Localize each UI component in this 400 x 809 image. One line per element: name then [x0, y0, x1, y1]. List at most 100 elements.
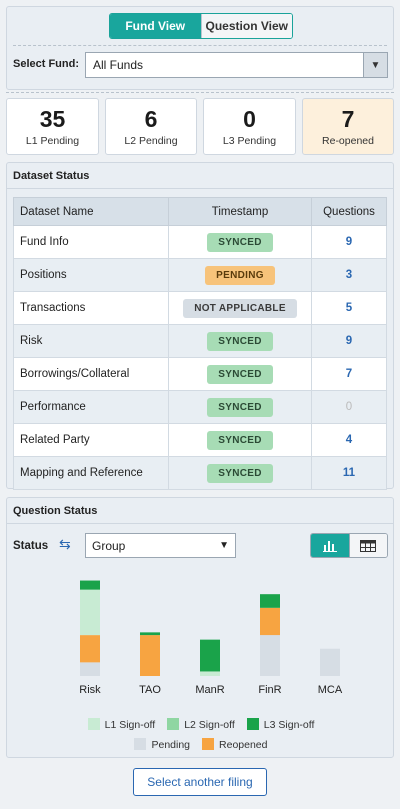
swap-icon[interactable]: ⇆ — [59, 536, 71, 553]
dataset-name-cell: Mapping and Reference — [13, 456, 169, 490]
x-tick-label: MCA — [318, 684, 343, 696]
fund-selector-panel: Fund View Question View Select Fund: All… — [6, 6, 394, 90]
x-tick-label: FinR — [258, 684, 281, 696]
dropdown-arrow-icon[interactable]: ▼ — [363, 53, 387, 77]
questions-count-link[interactable]: 9 — [311, 225, 387, 259]
legend-item[interactable]: L1 Sign-off — [87, 718, 156, 731]
chart-view-toggle — [310, 533, 388, 558]
bar-segment-l3-sign-off[interactable] — [200, 639, 220, 672]
fund-select[interactable]: All Funds ▼ — [85, 52, 388, 78]
legend-item[interactable]: Pending — [134, 738, 190, 751]
question-view-button[interactable]: Question View — [200, 14, 292, 38]
legend-swatch — [246, 718, 259, 730]
chart-legend: Pending Reopened — [7, 738, 395, 751]
legend-label: Pending — [151, 739, 191, 751]
divider — [6, 92, 394, 93]
column-header[interactable]: Dataset Name — [13, 197, 169, 226]
table-row[interactable]: Transactions NOT APPLICABLE 5 — [13, 291, 387, 325]
x-tick-label: Risk — [79, 684, 101, 696]
dataset-name-cell: Performance — [13, 390, 169, 424]
divider — [13, 45, 387, 46]
bar-segment-reopened[interactable] — [80, 635, 100, 663]
bar-segment-pending[interactable] — [260, 635, 280, 676]
dataset-table: Dataset Name Timestamp Questions Fund In… — [13, 197, 387, 490]
legend-label: Reopened — [219, 739, 268, 751]
section-title: Question Status — [7, 498, 393, 524]
legend-swatch — [87, 718, 100, 730]
status-badge: NOT APPLICABLE — [183, 298, 297, 318]
status-badge: SYNCED — [207, 430, 273, 450]
bar-segment-pending[interactable] — [320, 648, 340, 676]
dataset-name-cell: Risk — [13, 324, 169, 358]
select-another-filing-button[interactable]: Select another filing — [133, 768, 267, 796]
section-title: Dataset Status — [7, 163, 393, 189]
timestamp-cell: NOT APPLICABLE — [168, 291, 312, 325]
bar-segment-reopened[interactable] — [260, 607, 280, 636]
bar-chart-icon — [322, 540, 337, 552]
legend-label: L2 Sign-off — [184, 719, 235, 731]
timestamp-cell: SYNCED — [168, 423, 312, 457]
select-fund-label: Select Fund: — [13, 58, 80, 70]
l1-pending-tile[interactable]: 35 L1 Pending — [6, 98, 99, 155]
bar-segment-l3-sign-off[interactable] — [140, 632, 160, 636]
questions-count-link[interactable]: 11 — [311, 456, 387, 490]
status-badge: PENDING — [205, 265, 275, 285]
tile-count: 0 — [243, 106, 256, 132]
timestamp-cell: SYNCED — [168, 225, 312, 259]
questions-count-link[interactable]: 9 — [311, 324, 387, 358]
fund-select-value: All Funds — [93, 58, 144, 72]
l3-pending-tile[interactable]: 0 L3 Pending — [203, 98, 296, 155]
bar-segment-reopened[interactable] — [140, 635, 160, 676]
legend-label: L1 Sign-off — [104, 719, 156, 731]
table-row[interactable]: Borrowings/Collateral SYNCED 7 — [13, 357, 387, 391]
dataset-status-panel: Dataset Status Dataset Name Timestamp Qu… — [6, 162, 394, 490]
status-badge: SYNCED — [207, 463, 273, 483]
reopened-tile[interactable]: 7 Re-opened — [302, 98, 394, 155]
group-select-value: Group — [92, 538, 126, 553]
tile-label: Re-opened — [322, 135, 374, 147]
legend-item[interactable]: L2 Sign-off — [167, 718, 235, 731]
table-row[interactable]: Positions PENDING 3 — [13, 258, 387, 292]
fund-view-button[interactable]: Fund View — [110, 14, 201, 38]
table-row[interactable]: Fund Info SYNCED 9 — [13, 225, 387, 259]
timestamp-cell: PENDING — [168, 258, 312, 292]
questions-count-link[interactable]: 3 — [311, 258, 387, 292]
dataset-name-cell: Fund Info — [13, 225, 169, 259]
table-row[interactable]: Related Party SYNCED 4 — [13, 423, 387, 457]
column-header[interactable]: Timestamp — [168, 197, 312, 226]
tile-label: L3 Pending — [222, 135, 277, 147]
table-row[interactable]: Mapping and Reference SYNCED 11 — [13, 456, 387, 490]
legend-swatch — [134, 738, 147, 750]
legend-label: L3 Sign-off — [263, 719, 315, 731]
column-header[interactable]: Questions — [311, 197, 387, 226]
x-tick-label: TAO — [139, 684, 161, 696]
status-badge: SYNCED — [207, 232, 273, 252]
bar-segment-l3-sign-off[interactable] — [260, 594, 280, 608]
bar-chart-view-button[interactable] — [311, 534, 349, 557]
table-view-button[interactable] — [348, 534, 387, 557]
bar-segment-l1-sign-off[interactable] — [200, 671, 220, 676]
tile-count: 7 — [341, 106, 355, 132]
questions-count-link: 0 — [311, 390, 387, 424]
chart-legend: L1 Sign-off L2 Sign-off L3 Sign-off — [7, 718, 395, 731]
questions-count-link[interactable]: 4 — [311, 423, 387, 457]
group-select[interactable]: Group ▼ — [85, 533, 236, 558]
status-badge: SYNCED — [207, 364, 273, 384]
legend-swatch — [202, 738, 215, 750]
legend-item[interactable]: Reopened — [202, 738, 268, 751]
bar-segment-l3-sign-off[interactable] — [80, 580, 100, 590]
legend-item[interactable]: L3 Sign-off — [246, 718, 315, 731]
table-row[interactable]: Performance SYNCED 0 — [13, 390, 387, 424]
dataset-name-cell: Positions — [13, 258, 169, 292]
table-row[interactable]: Risk SYNCED 9 — [13, 324, 387, 358]
bar-segment-pending[interactable] — [80, 662, 100, 676]
bar-segment-l1-sign-off[interactable] — [80, 589, 100, 636]
tile-count: 35 — [39, 106, 66, 132]
l2-pending-tile[interactable]: 6 L2 Pending — [105, 98, 197, 155]
timestamp-cell: SYNCED — [168, 357, 312, 391]
questions-count-link[interactable]: 5 — [311, 291, 387, 325]
dataset-name-cell: Borrowings/Collateral — [13, 357, 169, 391]
tile-count: 6 — [144, 106, 158, 132]
questions-count-link[interactable]: 7 — [311, 357, 387, 391]
x-tick-label: ManR — [195, 684, 224, 696]
